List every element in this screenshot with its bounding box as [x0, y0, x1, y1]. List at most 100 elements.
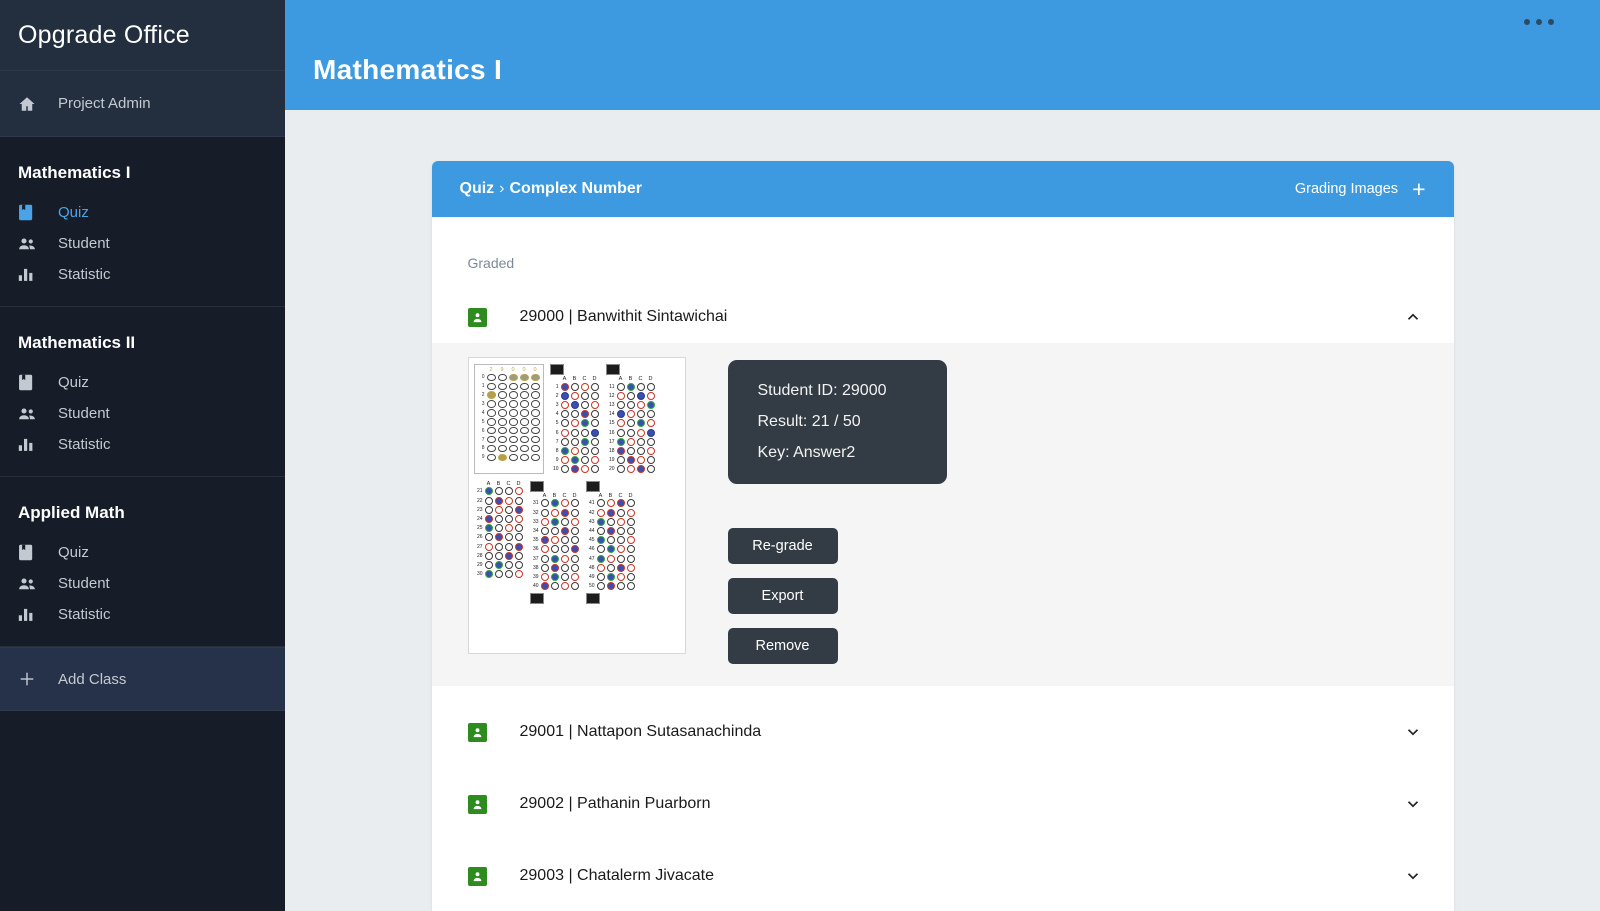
answer-bubble: [627, 545, 635, 553]
answer-bubble: [505, 506, 513, 514]
id-bubble: [531, 418, 540, 426]
main-area: Mathematics I Quiz›Complex Number Gradin…: [285, 0, 1600, 911]
sidebar-item-quiz[interactable]: Quiz: [0, 367, 285, 398]
choice-header: C: [560, 493, 570, 499]
grading-images-button[interactable]: Grading Images +: [1295, 178, 1426, 201]
answer-row: 41: [586, 499, 636, 508]
answer-row: 33: [530, 517, 580, 526]
answer-row: 50: [586, 582, 636, 591]
sidebar-item-quiz[interactable]: Quiz: [0, 197, 285, 228]
export-button[interactable]: Export: [728, 578, 838, 614]
chevron-down-icon[interactable]: [1404, 723, 1422, 741]
id-bubble: [531, 454, 540, 462]
card-header: Quiz›Complex Number Grading Images +: [432, 161, 1454, 217]
sidebar-item-statistic[interactable]: Statistic: [0, 259, 285, 290]
choice-header: D: [626, 493, 636, 499]
answer-row: 9: [550, 456, 600, 465]
answer-sheet-image[interactable]: 2 9 0 0 0 0123456789 ABCD12345678910 ABC…: [468, 357, 686, 654]
alignment-mark: [586, 481, 600, 492]
answer-bubble: [617, 392, 625, 400]
breadcrumb-root[interactable]: Quiz: [460, 180, 495, 197]
answer-bubble: [551, 573, 559, 581]
answer-bubble: [541, 555, 549, 563]
answer-bubble: [561, 383, 569, 391]
answer-bubble: [515, 543, 523, 551]
id-row-label: 7: [477, 437, 486, 443]
add-class-button[interactable]: Add Class: [0, 647, 285, 711]
answer-bubble: [647, 392, 655, 400]
answer-bubble: [597, 564, 605, 572]
re-grade-button[interactable]: Re-grade: [728, 528, 838, 564]
answer-row: 32: [530, 508, 580, 517]
choice-header: A: [560, 376, 570, 382]
brand-header: Opgrade Office: [0, 0, 285, 71]
student-detail-panel: 2 9 0 0 0 0123456789 ABCD12345678910 ABC…: [432, 343, 1454, 686]
id-bubble: [520, 436, 529, 444]
question-number: 35: [530, 537, 540, 543]
answer-bubble: [627, 518, 635, 526]
sidebar-item-statistic[interactable]: Statistic: [0, 429, 285, 460]
answer-bubble: [561, 509, 569, 517]
question-number: 8: [550, 448, 560, 454]
question-number: 22: [474, 498, 484, 504]
answer-row: 25: [474, 524, 524, 533]
sidebar-filler: [0, 711, 285, 911]
answer-bubble: [561, 536, 569, 544]
question-number: 34: [530, 528, 540, 534]
answer-row: 29: [474, 560, 524, 569]
plus-icon: +: [1412, 178, 1425, 201]
chevron-up-icon[interactable]: [1404, 308, 1422, 326]
answer-row: 15: [606, 419, 656, 428]
answer-bubble: [485, 515, 493, 523]
student-row[interactable]: 29002 | Pathanin Puarborn: [432, 778, 1454, 830]
answer-bubble: [485, 543, 493, 551]
student-row[interactable]: 29003 | Chatalerm Jivacate: [432, 850, 1454, 902]
answer-bubble: [551, 518, 559, 526]
choice-header: D: [590, 376, 600, 382]
sidebar-item-student[interactable]: Student: [0, 568, 285, 599]
answer-bubble: [571, 383, 579, 391]
remove-button[interactable]: Remove: [728, 628, 838, 664]
answer-bubble: [561, 573, 569, 581]
sidebar-item-statistic[interactable]: Statistic: [0, 599, 285, 630]
id-bubble: [487, 400, 496, 408]
grading-images-label: Grading Images: [1295, 181, 1398, 197]
choice-header: C: [636, 376, 646, 382]
answer-bubble: [515, 497, 523, 505]
sidebar-item-project-admin[interactable]: Project Admin: [0, 71, 285, 137]
id-row-label: 5: [477, 419, 486, 425]
answer-bubble: [571, 518, 579, 526]
sidebar-item-quiz[interactable]: Quiz: [0, 537, 285, 568]
question-number: 11: [606, 384, 616, 390]
answer-bubble: [627, 527, 635, 535]
answer-bubble: [541, 518, 549, 526]
answer-bubble: [571, 536, 579, 544]
sidebar-item-student[interactable]: Student: [0, 398, 285, 429]
key-text: Key: Answer2: [758, 444, 917, 462]
sidebar-item-student[interactable]: Student: [0, 228, 285, 259]
answer-bubble: [561, 410, 569, 418]
question-number: 6: [550, 430, 560, 436]
page-title: Mathematics I: [313, 54, 502, 86]
answer-bubble: [541, 499, 549, 507]
content-scroll: Quiz›Complex Number Grading Images + Gra…: [285, 110, 1600, 911]
answer-bubble: [571, 456, 579, 464]
id-grid-row: 2: [477, 391, 541, 400]
question-number: 17: [606, 439, 616, 445]
student-row[interactable]: 29001 | Nattapon Sutasanachinda: [432, 706, 1454, 758]
question-number: 46: [586, 546, 596, 552]
section-label-graded: Graded: [432, 217, 1454, 271]
question-number: 13: [606, 402, 616, 408]
more-horizontal-icon[interactable]: [1524, 19, 1554, 25]
chevron-down-icon[interactable]: [1404, 867, 1422, 885]
id-bubble: [498, 427, 507, 435]
chevron-down-icon[interactable]: [1404, 795, 1422, 813]
home-icon: [18, 95, 52, 113]
id-row-label: 0: [477, 374, 486, 380]
result-text: Result: 21 / 50: [758, 413, 917, 431]
student-row[interactable]: 29000 | Banwithit Sintawichai: [432, 291, 1454, 343]
answer-bubble: [541, 509, 549, 517]
answer-bubble: [617, 401, 625, 409]
id-bubble: [509, 445, 518, 453]
question-number: 36: [530, 546, 540, 552]
